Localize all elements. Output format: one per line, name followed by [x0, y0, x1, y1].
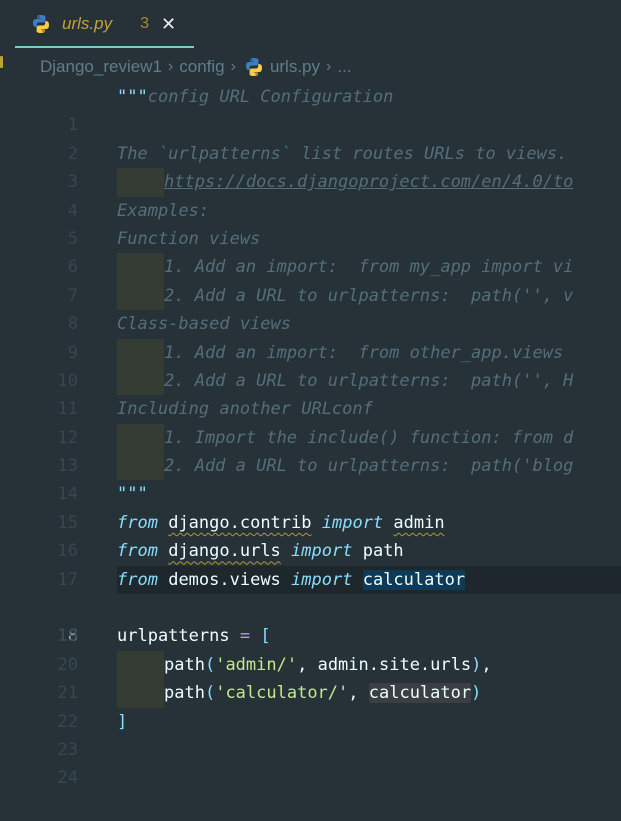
module-name: django.urls: [168, 541, 281, 562]
breadcrumb: Django_review1 › config › urls.py › ...: [40, 54, 352, 80]
function-name: path: [164, 654, 205, 675]
code-line: 7 1. Add an import: from my_app import v…: [0, 253, 621, 306]
chevron-right-icon: ›: [230, 58, 236, 75]
docstring-text: 2. Add a URL to urlpatterns: path('', v: [164, 285, 574, 306]
docstring-quote: """: [117, 484, 148, 505]
code-line: 24: [0, 736, 621, 788]
indent-guide: [117, 679, 164, 708]
indent-guide: [117, 253, 164, 282]
code-line: 13 1. Import the include() function: fro…: [0, 423, 621, 476]
code-line: 11 2. Add a URL to urlpatterns: path('',…: [0, 366, 621, 419]
code-line: 6 Function views: [0, 225, 621, 277]
code-line: 9 Class-based views: [0, 310, 621, 362]
code-line: 14 2. Add a URL to urlpatterns: path('bl…: [0, 452, 621, 504]
paren: ): [471, 683, 482, 704]
docstring-text: Including another URLconf: [117, 399, 373, 420]
indent-guide: [117, 452, 164, 481]
code-line: 19: [0, 594, 621, 646]
code-line: 10 1. Add an import: from other_app.view…: [0, 338, 621, 391]
code-line: 3 The `urlpatterns` list routes URLs to …: [0, 140, 621, 192]
code-line: 21 path('admin/', admin.site.urls),: [0, 650, 621, 703]
problem-count-badge: 3: [140, 15, 149, 32]
keyword: import: [291, 569, 353, 590]
function-name: path: [164, 683, 205, 704]
docstring-text: 1. Import the include() function: from d: [164, 427, 574, 448]
code-line: 4 https://docs.djangoproject.com/en/4.0/…: [0, 168, 621, 221]
argument: admin.site.urls: [317, 654, 472, 675]
indent-guide: [117, 338, 164, 367]
code-line: 1 """config URL Configuration: [0, 83, 621, 135]
breadcrumb-item-project[interactable]: Django_review1: [40, 57, 162, 77]
python-icon: [244, 57, 264, 77]
code-editor[interactable]: 1 """config URL Configuration 2 3 The `u…: [0, 83, 621, 788]
docstring-text: 2. Add a URL to urlpatterns: path('blog: [164, 456, 574, 477]
code-line: 22 path('calculator/', calculator): [0, 679, 621, 732]
import-name: admin: [393, 512, 445, 533]
tab-urls-py[interactable]: urls.py 3 ✕: [15, 0, 194, 48]
line-number: 24: [57, 768, 78, 789]
module-name: demos.views: [168, 569, 281, 590]
docstring-text: Function views: [117, 228, 261, 249]
indent-guide: [117, 281, 164, 311]
bracket: ]: [117, 711, 128, 732]
code-line: 8 2. Add a URL to urlpatterns: path('', …: [0, 281, 621, 334]
paren: (: [204, 683, 216, 704]
indent-guide: [117, 366, 164, 396]
python-icon: [31, 14, 51, 34]
docstring-text: 2. Add a URL to urlpatterns: path('', H: [164, 370, 574, 391]
variable-name: urlpatterns: [117, 626, 230, 647]
keyword: import: [321, 512, 384, 533]
indent-guide: [117, 168, 164, 197]
paren: ): [471, 654, 482, 675]
docstring-text: Examples:: [117, 200, 210, 221]
paren: (: [204, 654, 216, 675]
chevron-right-icon: ›: [167, 58, 174, 75]
keyword: from: [117, 569, 158, 590]
tab-label: urls.py: [62, 14, 113, 33]
docstring-text: 1. Add an import: from other_app.views: [164, 342, 574, 363]
comma: ,: [297, 654, 318, 675]
docstring-text: config URL Configuration: [147, 87, 394, 107]
comma: ,: [481, 654, 492, 675]
breadcrumb-item-file[interactable]: urls.py: [270, 57, 320, 77]
active-tab-indicator: [15, 46, 194, 48]
keyword: from: [117, 541, 158, 562]
import-name: path: [362, 541, 404, 562]
reference-highlight: calculator: [368, 683, 472, 704]
code-line: 15 """: [0, 480, 621, 532]
modified-marker: [0, 56, 3, 68]
breadcrumb-item-folder[interactable]: config: [179, 57, 224, 77]
bracket: [: [260, 626, 271, 647]
docs-link[interactable]: https://docs.djangoproject.com/en/4.0/to: [164, 172, 573, 192]
docstring-quote: """: [117, 87, 148, 107]
docstring-text: Class-based views: [117, 314, 291, 335]
keyword: from: [117, 512, 158, 533]
selected-text[interactable]: calculator: [362, 569, 466, 590]
code-line: 12 Including another URLconf: [0, 395, 621, 447]
code-line-current: 18 from demos.views import calculator: [0, 565, 621, 646]
breadcrumb-item-symbols[interactable]: ...: [337, 57, 351, 77]
code-line: 20 urlpatterns = [: [0, 622, 621, 674]
close-icon[interactable]: ✕: [161, 14, 176, 35]
tab-bar: urls.py 3 ✕: [0, 0, 621, 48]
code-line: 5 Examples:: [0, 197, 621, 249]
operator: =: [239, 626, 251, 647]
indent-guide: [117, 650, 164, 680]
chevron-right-icon: ›: [326, 58, 332, 75]
docstring-text: 1. Add an import: from my_app import vi: [164, 257, 574, 278]
string-literal: 'admin/': [215, 654, 298, 675]
module-name: django.contrib: [168, 512, 312, 533]
keyword: import: [291, 541, 353, 562]
code-line: 23 ]: [0, 708, 621, 760]
code-line: 16 from django.contrib import admin: [0, 509, 621, 561]
comma: ,: [348, 683, 369, 704]
code-line: 2: [0, 111, 621, 164]
string-literal: 'calculator/': [215, 683, 349, 704]
code-line: 17 from django.urls import path: [0, 537, 621, 589]
indent-guide: [117, 423, 164, 453]
docstring-text: The `urlpatterns` list routes URLs to vi…: [117, 143, 568, 164]
